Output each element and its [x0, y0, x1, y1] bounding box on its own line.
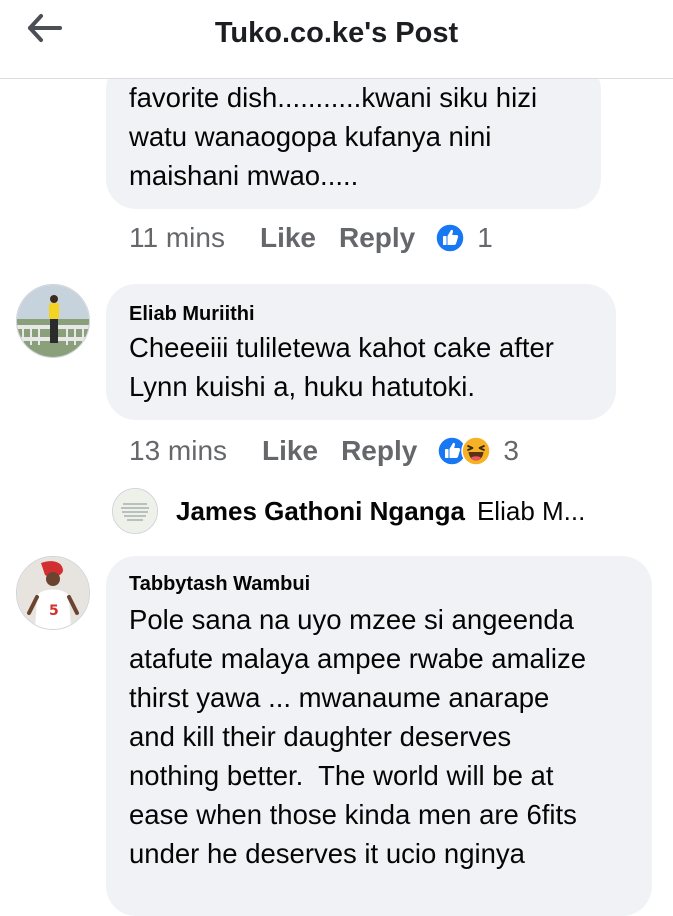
comment-bubble: favorite dish...........kwani siku hizi …: [106, 60, 601, 209]
reply-avatar: [112, 488, 158, 534]
comment-author[interactable]: Tabbytash Wambui: [129, 573, 310, 596]
haha-reaction-icon: [461, 436, 492, 466]
top-bar: Tuko.co.ke's Post: [0, 0, 673, 79]
reaction-count: 3: [503, 435, 519, 466]
comment-time: 13 mins: [129, 435, 228, 466]
reply-button[interactable]: Reply: [339, 222, 415, 254]
avatar-photo: 5: [17, 557, 89, 629]
reply-author[interactable]: James Gathoni Nganga: [176, 496, 465, 527]
reply-preview[interactable]: James Gathoni Nganga Eliab M...: [112, 488, 585, 534]
comment-actions: 13 mins Like Reply 3: [129, 435, 519, 467]
avatar-photo: [113, 489, 157, 533]
comment-time: 11 mins: [129, 222, 225, 253]
comment-text: Cheeeiii tuliletewa kahot cake after Lyn…: [129, 332, 554, 402]
like-button[interactable]: Like: [260, 222, 316, 254]
like-button[interactable]: Like: [262, 435, 318, 467]
reactions[interactable]: 3: [437, 435, 519, 467]
avatar[interactable]: [16, 284, 90, 358]
avatar-photo: [17, 285, 89, 357]
svg-text:5: 5: [49, 603, 59, 619]
comment-actions: 11 mins Like Reply 1: [129, 222, 493, 254]
reply-button[interactable]: Reply: [341, 435, 417, 467]
comment-text: favorite dish...........kwani siku hizi …: [129, 82, 538, 191]
avatar[interactable]: 5: [16, 556, 90, 630]
reactions[interactable]: 1: [435, 222, 493, 254]
comment-author[interactable]: Eliab Muriithi: [129, 303, 255, 326]
comment-bubble: Tabbytash Wambui Pole sana na uyo mzee s…: [106, 556, 652, 916]
reaction-count: 1: [477, 222, 493, 253]
comment-bubble: Eliab Muriithi Cheeeiii tuliletewa kahot…: [106, 284, 616, 420]
page-title: Tuko.co.ke's Post: [214, 17, 459, 49]
reply-snippet: Eliab M...: [476, 495, 586, 526]
comment-text: Pole sana na uyo mzee si angeenda atafut…: [129, 604, 587, 869]
like-reaction-icon: [435, 223, 465, 253]
